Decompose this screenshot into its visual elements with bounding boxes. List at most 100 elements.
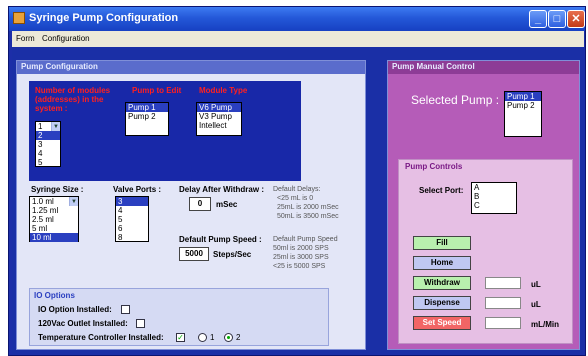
list-item[interactable]: 1.25 ml [30, 206, 78, 215]
io-option-label: IO Option Installed: [38, 305, 112, 314]
help-line: 50ml is 2000 SPS [273, 245, 329, 252]
syringe-size-list[interactable]: 1.0 ml 1.25 ml 2.5 ml 5 ml 10 ml ▲ ▼ [29, 196, 79, 242]
list-item[interactable]: 2.5 ml [30, 215, 78, 224]
list-item[interactable]: 10 ml [30, 233, 78, 242]
help-line: Default Delays: [273, 186, 321, 193]
withdraw-volume-input[interactable] [485, 277, 521, 289]
menu-bar: Form Configuration [12, 31, 584, 47]
list-item[interactable]: 3 [36, 140, 60, 149]
pump-configuration-header: Pump Configuration [17, 61, 365, 74]
temp-controller-label: Temperature Controller Installed: [38, 333, 164, 342]
speed-help: Default Pump Speed 50ml is 2000 SPS 25ml… [273, 235, 338, 271]
app-window: Syringe Pump Configuration _ □ ✕ Form Co… [8, 6, 586, 356]
maximize-button[interactable]: □ [548, 10, 566, 28]
list-item[interactable]: A [472, 183, 516, 192]
list-item[interactable]: Intellect [197, 121, 241, 130]
io-option-checkbox[interactable] [121, 305, 130, 314]
temp-radio-1[interactable] [198, 333, 207, 342]
temp-radio-2-label: 2 [236, 333, 241, 342]
delay-unit: mSec [216, 200, 238, 209]
list-item[interactable]: Pump 2 [505, 101, 541, 110]
select-port-list[interactable]: A B C [471, 182, 517, 214]
list-item[interactable]: 4 [36, 149, 60, 158]
pump-controls-group: Pump Controls Select Port: A B C Fill Ho… [398, 159, 573, 344]
list-item[interactable]: 8 [116, 233, 148, 242]
valve-ports-list[interactable]: 3 4 5 6 8 [115, 196, 149, 242]
syringe-size-label: Syringe Size : [31, 185, 84, 194]
title-bar: Syringe Pump Configuration _ □ ✕ [9, 7, 585, 31]
list-item[interactable]: 4 [116, 206, 148, 215]
list-item[interactable]: B [472, 192, 516, 201]
temp-radio-2[interactable] [224, 333, 233, 342]
temp-radio-1-label: 1 [210, 333, 215, 342]
modules-count-list[interactable]: 1 2 3 4 5 ▲ ▼ [35, 121, 61, 167]
io-options-group: IO Options IO Option Installed: 120Vac O… [29, 288, 329, 346]
scroll-down-icon[interactable]: ▼ [52, 123, 60, 131]
help-line: 25mL is 2000 mSec [277, 204, 339, 211]
list-item[interactable]: Pump 1 [126, 103, 168, 112]
list-item[interactable]: 6 [116, 224, 148, 233]
withdraw-unit: uL [531, 280, 541, 289]
list-item[interactable]: 5 [116, 215, 148, 224]
app-icon [13, 12, 25, 24]
pump-controls-title: Pump Controls [405, 162, 463, 171]
dispense-unit: uL [531, 300, 541, 309]
list-item[interactable]: 3 [116, 197, 148, 206]
client-area: Pump Configuration Number of modules (ad… [12, 47, 584, 354]
list-item[interactable]: V6 Pump [197, 103, 241, 112]
selected-pump-label: Selected Pump : [411, 93, 500, 107]
selected-pump-list[interactable]: Pump 1 Pump 2 [504, 91, 542, 137]
list-item[interactable]: 5 ml [30, 224, 78, 233]
menu-configuration[interactable]: Configuration [42, 34, 90, 43]
list-item[interactable]: Pump 2 [126, 112, 168, 121]
manual-control-header: Pump Manual Control [388, 61, 579, 74]
withdraw-button[interactable]: Withdraw [413, 276, 471, 290]
list-item[interactable]: V3 Pump [197, 112, 241, 121]
close-button[interactable]: ✕ [567, 10, 585, 28]
speed-rate-unit: mL/Min [531, 320, 559, 329]
help-line: Default Pump Speed [273, 236, 338, 243]
valve-ports-label: Valve Ports : [113, 185, 162, 194]
speed-unit: Steps/Sec [213, 250, 252, 259]
dispense-volume-input[interactable] [485, 297, 521, 309]
outlet-label: 120Vac Outlet Installed: [38, 319, 128, 328]
speed-rate-input[interactable] [485, 317, 521, 329]
set-speed-button[interactable]: Set Speed [413, 316, 471, 330]
modules-count-label: Number of modules (addresses) in the sys… [35, 86, 111, 113]
menu-form[interactable]: Form [16, 34, 35, 43]
minimize-button[interactable]: _ [529, 10, 547, 28]
temp-controller-checkbox[interactable]: ✓ [176, 333, 185, 342]
module-type-label: Module Type [199, 86, 248, 95]
pump-to-edit-list[interactable]: Pump 1 Pump 2 [125, 102, 169, 136]
syringe-scrollbar[interactable]: ▲ ▼ [69, 197, 78, 206]
list-item[interactable]: Pump 1 [505, 92, 541, 101]
io-options-title: IO Options [34, 291, 75, 300]
pump-manual-control-panel: Pump Manual Control Selected Pump : Pump… [387, 60, 580, 350]
help-line: <25 is 5000 SPS [273, 263, 326, 270]
pump-to-edit-label: Pump to Edit [132, 86, 182, 95]
delay-input[interactable]: 0 [189, 197, 211, 211]
help-line: 25ml is 3000 SPS [273, 254, 329, 261]
list-item[interactable]: C [472, 201, 516, 210]
speed-label: Default Pump Speed : [179, 235, 262, 244]
delay-label: Delay After Withdraw : [179, 185, 264, 194]
list-item[interactable]: 5 [36, 158, 60, 167]
window-title: Syringe Pump Configuration [29, 12, 179, 24]
select-port-label: Select Port: [419, 186, 464, 195]
list-item[interactable]: 2 [36, 131, 60, 140]
modules-scrollbar[interactable]: ▲ ▼ [51, 122, 60, 131]
help-line: 50mL is 3500 mSec [277, 213, 339, 220]
fill-button[interactable]: Fill [413, 236, 471, 250]
scroll-down-icon[interactable]: ▼ [70, 198, 78, 206]
home-button[interactable]: Home [413, 256, 471, 270]
help-line: <25 mL is 0 [277, 195, 314, 202]
dispense-button[interactable]: Dispense [413, 296, 471, 310]
pump-configuration-panel: Pump Configuration Number of modules (ad… [16, 60, 366, 350]
pump-configuration-title: Pump Configuration [21, 62, 98, 71]
delay-help: Default Delays: <25 mL is 0 25mL is 2000… [273, 185, 339, 221]
manual-control-title: Pump Manual Control [392, 62, 475, 71]
speed-input[interactable]: 5000 [179, 247, 209, 261]
module-type-list[interactable]: V6 Pump V3 Pump Intellect [196, 102, 242, 136]
module-settings-box: Number of modules (addresses) in the sys… [29, 81, 301, 181]
outlet-checkbox[interactable] [136, 319, 145, 328]
